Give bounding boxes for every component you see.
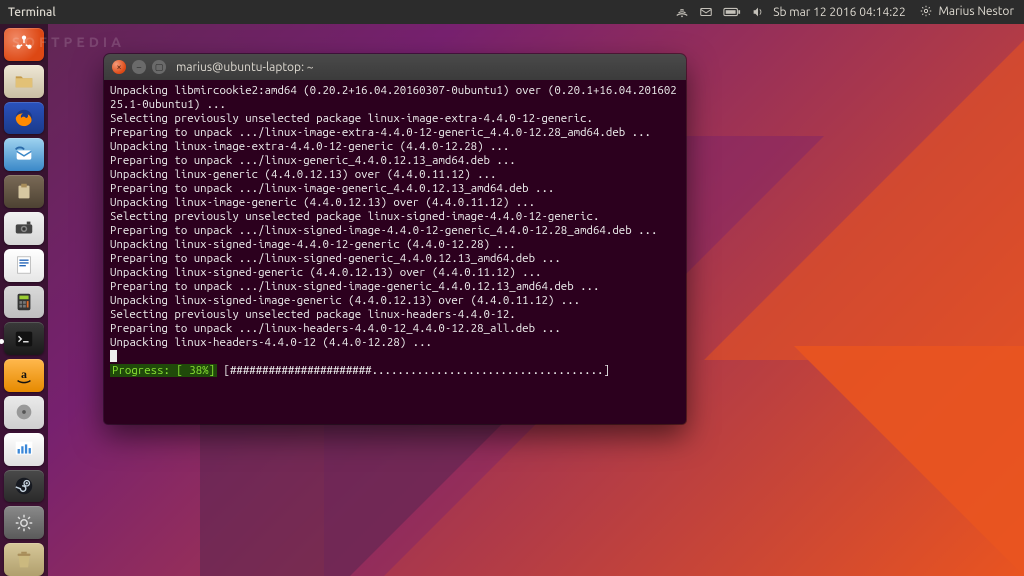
terminal-line: Unpacking linux-headers-4.4.0-12 (4.4.0-… (110, 336, 680, 350)
terminal-line: Unpacking libmircookie2:amd64 (0.20.2+16… (110, 84, 680, 112)
gear-icon (920, 7, 932, 20)
svg-text:a: a (21, 366, 27, 380)
volume-icon[interactable] (751, 5, 765, 19)
terminal-line: Unpacking linux-signed-image-4.4.0-12-ge… (110, 238, 680, 252)
launcher-disks[interactable] (4, 396, 44, 429)
launcher-terminal[interactable] (4, 322, 44, 355)
terminal-line: Unpacking linux-image-generic (4.4.0.12.… (110, 196, 680, 210)
launcher-calc[interactable] (4, 286, 44, 319)
launcher-trash[interactable] (4, 543, 44, 576)
terminal-line: Selecting previously unselected package … (110, 308, 680, 322)
launcher-thunderbird[interactable] (4, 138, 44, 171)
terminal-window[interactable]: × – ▢ marius@ubuntu-laptop: ~ Unpacking … (104, 54, 686, 424)
panel-app-title: Terminal (0, 6, 56, 19)
terminal-line: Preparing to unpack .../linux-headers-4.… (110, 322, 680, 336)
launcher-cheese[interactable] (4, 212, 44, 245)
window-maximize-button[interactable]: ▢ (152, 60, 166, 74)
terminal-line: Selecting previously unselected package … (110, 112, 680, 126)
terminal-line: Preparing to unpack .../linux-signed-ima… (110, 280, 680, 294)
launcher-firefox[interactable] (4, 102, 44, 135)
top-panel: Terminal Sb mar 12 2016 04:14:22 Marius … (0, 0, 1024, 24)
running-indicator (0, 339, 4, 344)
panel-clock[interactable]: Sb mar 12 2016 04:14:22 (773, 6, 906, 19)
terminal-line: Preparing to unpack .../linux-signed-gen… (110, 252, 680, 266)
terminal-cursor (110, 350, 117, 362)
window-close-button[interactable]: × (112, 60, 126, 74)
launcher-steam[interactable] (4, 470, 44, 503)
launcher-software[interactable] (4, 175, 44, 208)
window-minimize-button[interactable]: – (132, 60, 146, 74)
window-title: marius@ubuntu-laptop: ~ (176, 61, 314, 74)
watermark: SOFTPEDIA (12, 34, 125, 50)
terminal-line: Unpacking linux-signed-image-generic (4.… (110, 294, 680, 308)
launcher-writer[interactable] (4, 249, 44, 282)
launcher-system-monitor[interactable] (4, 433, 44, 466)
terminal-line: Unpacking linux-generic (4.4.0.12.13) ov… (110, 168, 680, 182)
terminal-line: Selecting previously unselected package … (110, 210, 680, 224)
launcher-settings[interactable] (4, 506, 44, 539)
launcher-amazon[interactable]: a (4, 359, 44, 392)
launcher: a (0, 24, 48, 576)
progress-bar: [######################.................… (224, 364, 610, 377)
terminal-line: Preparing to unpack .../linux-generic_4.… (110, 154, 680, 168)
terminal-line: Preparing to unpack .../linux-image-gene… (110, 182, 680, 196)
launcher-files[interactable] (4, 65, 44, 98)
panel-user[interactable]: Marius Nestor (920, 5, 1014, 20)
terminal-line: Unpacking linux-image-extra-4.4.0-12-gen… (110, 140, 680, 154)
terminal-line: Preparing to unpack .../linux-signed-ima… (110, 224, 680, 238)
terminal-line: Unpacking linux-signed-generic (4.4.0.12… (110, 266, 680, 280)
battery-icon[interactable] (723, 6, 741, 18)
terminal-line: Preparing to unpack .../linux-image-extr… (110, 126, 680, 140)
panel-user-label: Marius Nestor (938, 5, 1014, 18)
progress-label: Progress: [ 38%] (110, 364, 217, 377)
network-icon[interactable] (675, 5, 689, 19)
window-titlebar[interactable]: × – ▢ marius@ubuntu-laptop: ~ (104, 54, 686, 80)
mail-icon[interactable] (699, 5, 713, 19)
terminal-output[interactable]: Unpacking libmircookie2:amd64 (0.20.2+16… (104, 80, 686, 424)
